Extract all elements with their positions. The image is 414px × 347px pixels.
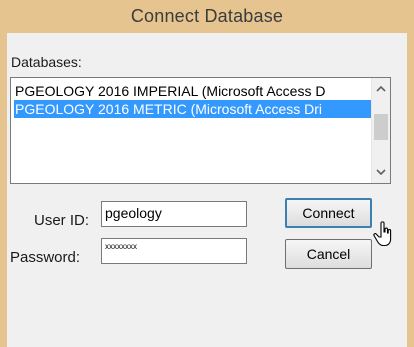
listbox-scrollbar[interactable] bbox=[371, 78, 390, 183]
connect-button[interactable]: Connect bbox=[285, 198, 372, 228]
window-frame-left bbox=[0, 33, 7, 347]
scrollbar-thumb[interactable] bbox=[374, 114, 388, 140]
user-id-label: User ID: bbox=[34, 212, 90, 229]
password-field[interactable]: xxxxxxxx bbox=[101, 238, 247, 264]
databases-label: Databases: bbox=[11, 54, 82, 70]
title-bar[interactable]: Connect Database bbox=[0, 0, 414, 33]
database-item-imperial[interactable]: PGEOLOGY 2016 IMPERIAL (Microsoft Access… bbox=[14, 82, 373, 100]
password-label: Password: bbox=[10, 249, 81, 266]
databases-listbox[interactable]: PGEOLOGY 2016 IMPERIAL (Microsoft Access… bbox=[10, 77, 391, 184]
chevron-down-icon[interactable] bbox=[372, 164, 390, 182]
window-title: Connect Database bbox=[130, 6, 284, 26]
password-mask: xxxxxxxx bbox=[105, 242, 137, 251]
chevron-up-icon[interactable] bbox=[372, 80, 390, 98]
window-frame-right bbox=[407, 33, 414, 347]
connect-database-dialog: Connect Database Databases: PGEOLOGY 201… bbox=[0, 0, 414, 347]
cancel-button[interactable]: Cancel bbox=[285, 239, 372, 269]
mouse-pointer-icon bbox=[372, 221, 394, 252]
database-item-metric[interactable]: PGEOLOGY 2016 METRIC (Microsoft Access D… bbox=[14, 100, 373, 118]
user-id-field[interactable]: pgeology bbox=[101, 201, 247, 227]
